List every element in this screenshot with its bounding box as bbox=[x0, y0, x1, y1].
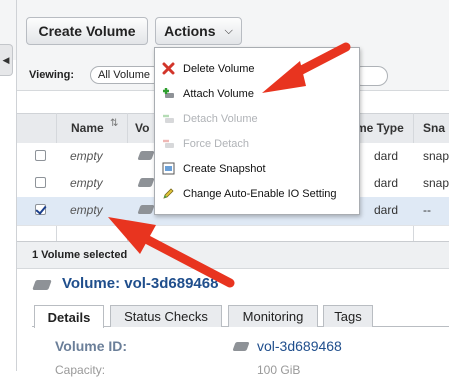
sort-icon[interactable]: ⇅ bbox=[110, 118, 118, 129]
volume-id-label: Volume ID: bbox=[55, 338, 128, 354]
tab-monitoring[interactable]: Monitoring bbox=[228, 305, 318, 327]
tab-status-checks-label: Status Checks bbox=[124, 309, 208, 324]
chevron-left-icon: ◀ bbox=[2, 54, 10, 65]
viewing-label: Viewing: bbox=[29, 69, 75, 81]
viewing-select[interactable]: All Volume bbox=[90, 66, 162, 84]
row-type-cell: dard bbox=[374, 176, 399, 190]
menu-item-label: Delete Volume bbox=[183, 63, 255, 75]
tab-details[interactable]: Details bbox=[34, 305, 104, 328]
menu-item-change-auto-enable-io[interactable]: Change Auto-Enable IO Setting bbox=[155, 183, 359, 205]
detach-icon bbox=[163, 114, 174, 123]
create-volume-label: Create Volume bbox=[38, 23, 136, 39]
volume-id-value[interactable]: vol-3d689468 bbox=[257, 338, 342, 354]
attach-plus-icon bbox=[163, 88, 174, 98]
row-checkbox-checked[interactable] bbox=[35, 204, 46, 215]
tab-status-checks[interactable]: Status Checks bbox=[110, 305, 222, 327]
row-type-cell: dard bbox=[374, 203, 399, 217]
row-checkbox[interactable] bbox=[35, 150, 46, 161]
capacity-label: Capacity: bbox=[55, 363, 106, 377]
menu-item-label: Change Auto-Enable IO Setting bbox=[183, 188, 337, 200]
volume-disk-icon bbox=[32, 280, 52, 290]
row-snapshot-cell: -- bbox=[423, 203, 431, 217]
menu-item-label: Create Snapshot bbox=[183, 163, 266, 175]
selection-summary: 1 Volume selected bbox=[32, 249, 128, 261]
column-header-name[interactable]: Name bbox=[71, 121, 104, 135]
column-header-volume[interactable]: Vo bbox=[135, 121, 149, 135]
row-snapshot-cell: snap bbox=[423, 149, 449, 163]
volume-detail-title: Volume: vol-3d689468 bbox=[62, 275, 219, 292]
chevron-down-icon: ⌵ bbox=[224, 24, 233, 37]
menu-item-attach-volume[interactable]: Attach Volume bbox=[155, 83, 359, 105]
row-checkbox[interactable] bbox=[35, 177, 46, 188]
row-snapshot-cell: snap bbox=[423, 176, 449, 190]
row-name-cell: empty bbox=[70, 203, 103, 217]
actions-button[interactable]: Actions ⌵ bbox=[155, 17, 242, 45]
create-volume-button[interactable]: Create Volume bbox=[26, 17, 148, 45]
column-header-snapshot[interactable]: Sna bbox=[423, 121, 445, 135]
volume-disk-icon bbox=[232, 342, 250, 351]
force-detach-icon bbox=[163, 139, 174, 148]
menu-item-force-detach: Force Detach bbox=[155, 133, 359, 155]
tab-details-label: Details bbox=[47, 309, 91, 325]
row-name-cell: empty bbox=[70, 149, 103, 163]
viewing-select-value: All Volume bbox=[98, 69, 150, 81]
actions-dropdown-menu: Delete Volume Attach Volume Detach Volum… bbox=[154, 47, 360, 215]
tab-tags-label: Tags bbox=[334, 309, 362, 324]
row-type-cell: dard bbox=[374, 149, 399, 163]
snapshot-icon bbox=[162, 162, 175, 175]
actions-label: Actions bbox=[164, 23, 216, 39]
capacity-value: 100 GiB bbox=[257, 363, 301, 377]
menu-item-label: Detach Volume bbox=[183, 113, 258, 125]
menu-item-label: Force Detach bbox=[183, 138, 250, 150]
collapse-sidebar-handle[interactable]: ◀ bbox=[0, 44, 13, 76]
menu-item-delete-volume[interactable]: Delete Volume bbox=[155, 58, 359, 80]
pencil-icon bbox=[163, 188, 174, 199]
menu-item-detach-volume: Detach Volume bbox=[155, 108, 359, 130]
tab-tags[interactable]: Tags bbox=[323, 305, 373, 327]
row-name-cell: empty bbox=[70, 176, 103, 190]
tab-monitoring-label: Monitoring bbox=[242, 309, 304, 324]
delete-x-icon bbox=[162, 62, 175, 75]
menu-item-create-snapshot[interactable]: Create Snapshot bbox=[155, 158, 359, 180]
column-header-type[interactable]: me Type bbox=[356, 121, 404, 135]
menu-item-label: Attach Volume bbox=[183, 88, 254, 100]
